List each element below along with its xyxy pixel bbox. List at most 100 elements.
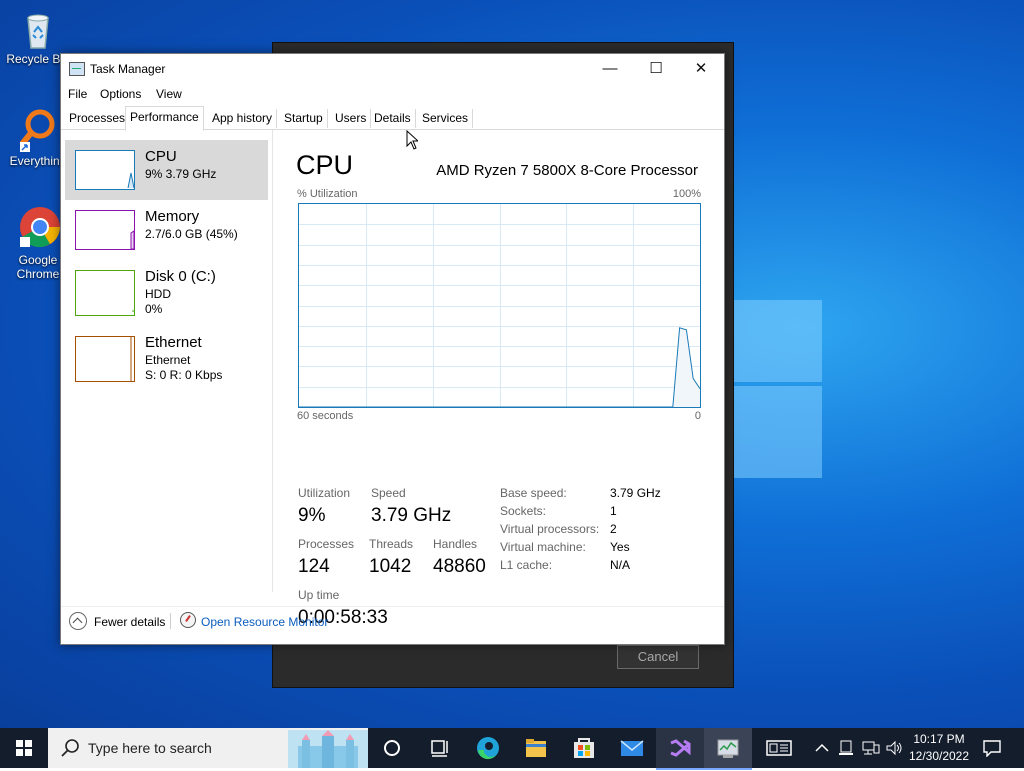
taskbar: Type here to search 10:17 PM 12/30/2022 bbox=[0, 728, 1024, 770]
windows-start-icon bbox=[16, 740, 32, 756]
task-manager-taskbar-icon bbox=[717, 739, 739, 758]
speed-value: 3.79 GHz bbox=[371, 505, 452, 526]
tab-details[interactable]: Details bbox=[370, 109, 416, 128]
minimize-button[interactable]: — bbox=[587, 54, 633, 84]
store-button[interactable] bbox=[560, 728, 608, 768]
l1-cache-label: L1 cache: bbox=[500, 558, 553, 572]
handles-value: 48860 bbox=[433, 556, 486, 577]
visual-studio-icon bbox=[670, 739, 691, 757]
base-speed-label: Base speed: bbox=[500, 486, 567, 500]
cpu-utilization-graph bbox=[298, 203, 701, 408]
handles-label: Handles bbox=[433, 537, 478, 551]
clock-date: 12/30/2022 bbox=[908, 749, 970, 763]
resource-name: Memory bbox=[145, 208, 200, 225]
news-widget-button[interactable] bbox=[755, 728, 803, 768]
recycle-bin-icon bbox=[18, 10, 58, 50]
virtual-processors-label: Virtual processors: bbox=[500, 522, 600, 536]
sockets-label: Sockets: bbox=[500, 504, 547, 518]
threads-label: Threads bbox=[369, 537, 414, 551]
mail-icon bbox=[620, 740, 644, 756]
tab-users[interactable]: Users bbox=[331, 109, 372, 128]
title-bar[interactable]: Task Manager — ☐ ✕ bbox=[61, 54, 724, 84]
resource-detail: S: 0 R: 0 Kbps bbox=[145, 368, 223, 382]
fewer-details-link[interactable]: Fewer details bbox=[94, 615, 165, 629]
tab-app-history[interactable]: App history bbox=[208, 109, 278, 128]
resource-name: Ethernet bbox=[145, 334, 202, 351]
tab-services[interactable]: Services bbox=[418, 109, 474, 128]
uptime-label: Up time bbox=[298, 588, 340, 602]
task-manager-taskbar-button[interactable] bbox=[704, 728, 752, 770]
l1-cache-value: N/A bbox=[610, 558, 631, 572]
task-view-icon bbox=[431, 740, 448, 757]
task-manager-icon bbox=[69, 62, 85, 76]
virtual-machine-label: Virtual machine: bbox=[500, 540, 586, 554]
clock[interactable]: 10:17 PM 12/30/2022 bbox=[906, 728, 972, 768]
search-highlight-castle-icon bbox=[288, 730, 368, 768]
open-resource-monitor-link[interactable]: Open Resource Monitor bbox=[201, 615, 328, 629]
resource-detail: 2.7/6.0 GB (45%) bbox=[145, 227, 238, 241]
cpu-utilization-line bbox=[299, 327, 701, 408]
tray-chevron-up-icon[interactable] bbox=[814, 742, 830, 754]
cortana-circle-icon bbox=[384, 740, 400, 756]
cortana-button[interactable] bbox=[368, 728, 416, 768]
resource-name: Disk 0 (C:) bbox=[145, 268, 216, 285]
virtual-machine-value: Yes bbox=[610, 540, 630, 554]
cpu-heading: CPU bbox=[296, 150, 354, 180]
menu-options[interactable]: Options bbox=[100, 87, 141, 101]
menu-bar: File Options View bbox=[61, 84, 724, 104]
close-button[interactable]: ✕ bbox=[678, 54, 724, 84]
resource-monitor-icon bbox=[180, 612, 196, 628]
cpu-model-name: AMD Ryzen 7 5800X 8-Core Processor bbox=[436, 162, 698, 179]
cpu-thumbnail bbox=[75, 150, 135, 190]
mail-button[interactable] bbox=[608, 728, 656, 768]
graph-label-max: 100% bbox=[672, 188, 701, 200]
graph-axis-right: 0 bbox=[694, 410, 701, 422]
maximize-button[interactable]: ☐ bbox=[633, 54, 679, 84]
desktop: Recycle Bin Everything Google Chrome Can… bbox=[0, 0, 1024, 728]
task-manager-window: Task Manager — ☐ ✕ File Options View Pro… bbox=[60, 53, 725, 645]
separator bbox=[170, 613, 171, 629]
windows-logo-pane bbox=[732, 300, 822, 382]
menu-view[interactable]: View bbox=[156, 87, 182, 101]
windows-logo-pane bbox=[732, 386, 822, 478]
edge-icon bbox=[477, 737, 499, 760]
cancel-button[interactable]: Cancel bbox=[617, 645, 699, 669]
resource-item-cpu[interactable]: CPU 9% 3.79 GHz bbox=[65, 140, 268, 200]
virtual-processors-value: 2 bbox=[610, 522, 617, 536]
folder-icon bbox=[526, 739, 546, 757]
start-button[interactable] bbox=[0, 728, 48, 768]
utilization-label: Utilization bbox=[298, 486, 351, 500]
resource-name: CPU bbox=[145, 148, 177, 165]
graph-axis-left: 60 seconds bbox=[297, 410, 354, 422]
graph-label-utilization: % Utilization bbox=[297, 188, 358, 200]
network-icon[interactable] bbox=[862, 740, 880, 756]
notification-icon[interactable] bbox=[982, 739, 1002, 757]
processes-value: 124 bbox=[298, 556, 330, 577]
resource-detail: HDD bbox=[145, 287, 171, 301]
tab-performance[interactable]: Performance bbox=[125, 106, 204, 131]
resource-item-memory[interactable]: Memory 2.7/6.0 GB (45%) bbox=[65, 200, 268, 260]
resource-item-disk[interactable]: Disk 0 (C:) HDD 0% bbox=[65, 260, 268, 320]
clock-time: 10:17 PM bbox=[913, 732, 965, 746]
tab-startup[interactable]: Startup bbox=[280, 109, 328, 128]
tray-device-icon[interactable] bbox=[838, 740, 854, 756]
resource-detail: Ethernet bbox=[145, 353, 191, 367]
resource-detail: 0% bbox=[145, 302, 163, 316]
tab-strip: Processes Performance App history Startu… bbox=[61, 106, 724, 131]
volume-icon[interactable] bbox=[885, 740, 903, 756]
tab-processes[interactable]: Processes bbox=[65, 109, 131, 128]
edge-button[interactable] bbox=[464, 728, 512, 768]
taskbar-search-box[interactable]: Type here to search bbox=[48, 728, 368, 768]
file-explorer-button[interactable] bbox=[512, 728, 560, 768]
cpu-performance-panel: CPU AMD Ryzen 7 5800X 8-Core Processor %… bbox=[273, 130, 724, 628]
chevron-up-icon[interactable] bbox=[69, 612, 87, 630]
visual-studio-button[interactable] bbox=[656, 728, 704, 770]
threads-value: 1042 bbox=[369, 556, 412, 577]
menu-file[interactable]: File bbox=[68, 87, 87, 101]
window-title: Task Manager bbox=[90, 62, 166, 76]
utilization-value: 9% bbox=[298, 505, 326, 526]
search-placeholder: Type here to search bbox=[88, 740, 212, 756]
task-view-button[interactable] bbox=[416, 728, 464, 768]
resource-item-ethernet[interactable]: Ethernet Ethernet S: 0 R: 0 Kbps bbox=[65, 326, 268, 386]
sockets-value: 1 bbox=[610, 504, 617, 518]
